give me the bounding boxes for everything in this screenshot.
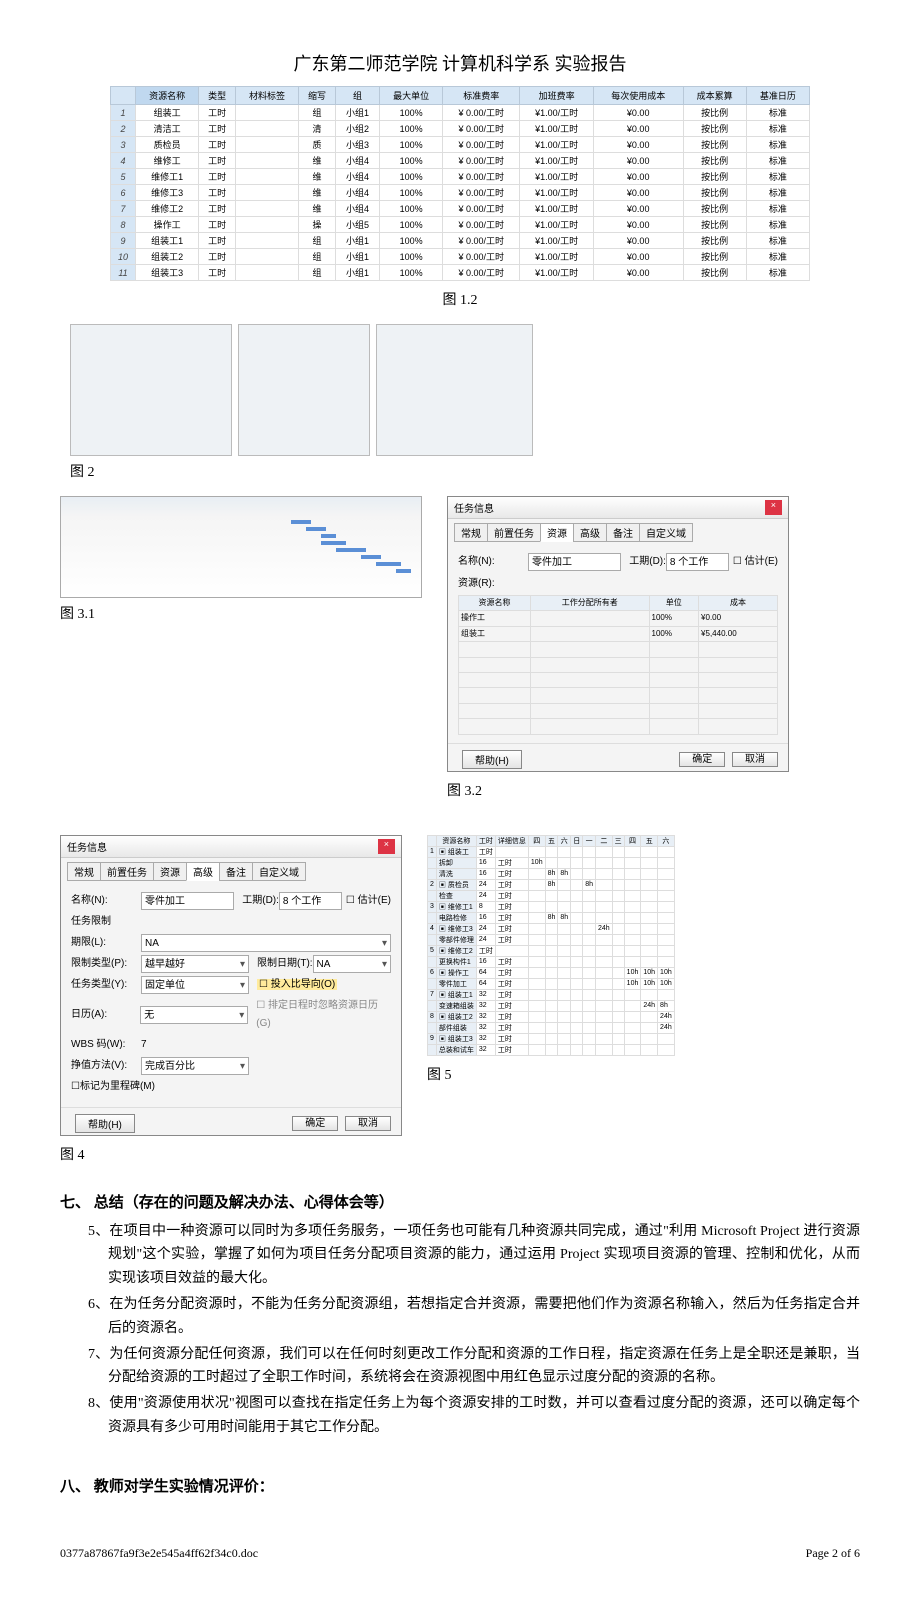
duration-label: 工期(D): — [629, 553, 666, 571]
dialog-tabs[interactable]: 常规前置任务资源高级备注自定义域 — [448, 519, 788, 542]
dialog-title: 任务信息 — [67, 839, 107, 854]
footer-page: Page 2 of 6 — [806, 1546, 860, 1561]
resources-label: 资源(R): — [458, 575, 778, 593]
earned-value[interactable]: 完成百分比 — [141, 1057, 249, 1075]
resource-table: 资源名称类型材料标签缩写组最大单位标准费率加班费率每次使用成本成本累算基准日历 … — [110, 86, 810, 281]
wbs-value: 7 — [141, 1036, 147, 1054]
cancel-button[interactable]: 取消 — [345, 1116, 391, 1131]
section-7-heading: 七、 总结（存在的问题及解决办法、心得体会等） — [60, 1191, 860, 1212]
gantt-screenshot — [60, 496, 422, 598]
task-info-dialog-resources: 任务信息 × 常规前置任务资源高级备注自定义域 名称(N): 零件加工 工期(D… — [447, 496, 789, 772]
resource-usage-table: 资源名称工时详细信息四五六日一二三四五六1▣ 组装工工时拆卸16工时10h清洗1… — [427, 835, 675, 1056]
caption-fig1-2: 图 1.2 — [60, 289, 860, 309]
section-7-body: 5、在项目中一种资源可以同时为多项任务服务，一项任务也可能有几种资源共同完成，通… — [88, 1220, 860, 1440]
fig2-container — [70, 324, 860, 456]
deadline-field[interactable]: NA — [141, 934, 391, 952]
section-8-heading: 八、 教师对学生实验情况评价： — [60, 1475, 860, 1496]
duration-field[interactable]: 8 个工作 — [279, 892, 342, 910]
footer-filename: 0377a87867fa9f3e2e545a4ff62f34c0.doc — [60, 1546, 258, 1561]
dialog-tabs[interactable]: 常规前置任务资源高级备注自定义域 — [61, 858, 401, 881]
help-button[interactable]: 帮助(H) — [75, 1114, 135, 1133]
name-label: 名称(N): — [458, 553, 528, 571]
caption-fig3-1: 图 3.1 — [60, 603, 422, 623]
ok-button[interactable]: 确定 — [679, 752, 725, 767]
page-header: 广东第二师范学院 计算机科学系 实验报告 — [60, 50, 860, 76]
caption-fig2: 图 2 — [70, 461, 860, 481]
calendar-field[interactable]: 无 — [140, 1006, 248, 1024]
close-icon[interactable]: × — [765, 500, 782, 515]
caption-fig4: 图 4 — [60, 1144, 402, 1164]
dialog-title: 任务信息 — [454, 500, 494, 515]
duration-field[interactable]: 8 个工作 — [666, 553, 729, 571]
caption-fig3-2: 图 3.2 — [447, 780, 789, 800]
task-info-dialog-advanced: 任务信息 × 常规前置任务资源高级备注自定义域 名称(N): 零件加工 工期(D… — [60, 835, 402, 1136]
caption-fig5: 图 5 — [427, 1064, 675, 1084]
task-type[interactable]: 固定单位 — [141, 976, 249, 994]
name-field[interactable]: 零件加工 — [141, 892, 234, 910]
resources-grid[interactable]: 资源名称工作分配所有者单位成本 操作工100%¥0.00组装工100%¥5,44… — [458, 595, 778, 735]
help-button[interactable]: 帮助(H) — [462, 750, 522, 769]
page-footer: 0377a87867fa9f3e2e545a4ff62f34c0.doc Pag… — [60, 1546, 860, 1561]
constraint-date[interactable]: NA — [313, 955, 391, 973]
milestone-checkbox[interactable]: ☐ 标记为里程碑(M) — [71, 1078, 391, 1096]
name-field[interactable]: 零件加工 — [528, 553, 621, 571]
ok-button[interactable]: 确定 — [292, 1116, 338, 1131]
effort-driven-checkbox[interactable]: ☐ 投入比导向(O) — [257, 976, 337, 994]
cancel-button[interactable]: 取消 — [732, 752, 778, 767]
close-icon[interactable]: × — [378, 839, 395, 854]
constraint-type[interactable]: 越早越好 — [141, 955, 249, 973]
